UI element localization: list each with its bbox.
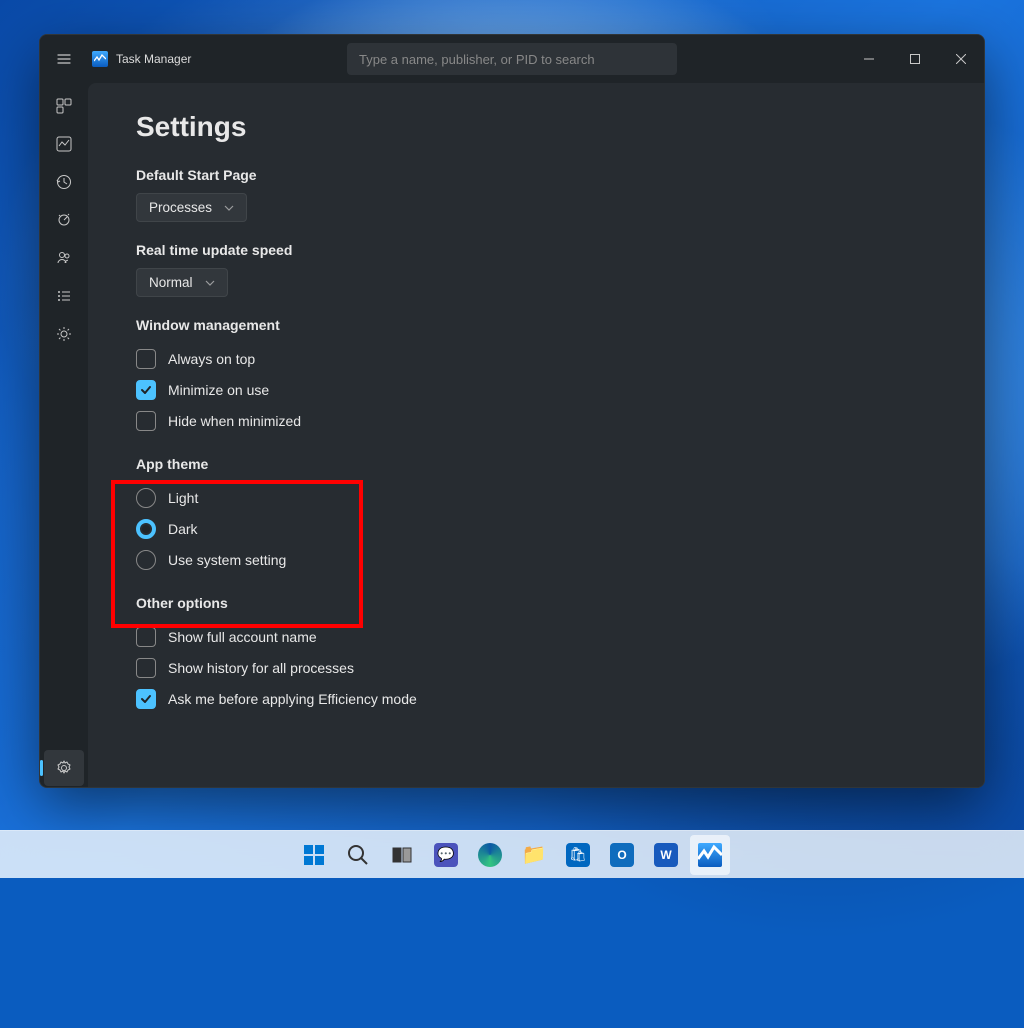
taskbar-app-task-manager[interactable]	[690, 835, 730, 875]
task-manager-window: Task Manager	[39, 34, 985, 788]
window-body: Settings Default Start Page Processes Re…	[40, 83, 984, 787]
processes-icon	[56, 98, 72, 114]
checkbox-label: Show history for all processes	[168, 660, 354, 676]
checkbox-always-on-top[interactable]: Always on top	[136, 343, 936, 374]
history-icon	[56, 174, 72, 190]
window-controls	[846, 35, 984, 83]
checkbox-label: Show full account name	[168, 629, 317, 645]
update-speed-dropdown[interactable]: Normal	[136, 268, 228, 297]
checkbox-efficiency-mode[interactable]: Ask me before applying Efficiency mode	[136, 683, 936, 714]
taskbar: 💬 📁 🛍 O W	[0, 830, 1024, 878]
details-icon	[56, 288, 72, 304]
radio-label: Light	[168, 490, 198, 506]
hamburger-button[interactable]	[40, 35, 88, 83]
app-title: Task Manager	[116, 52, 191, 66]
task-manager-icon	[92, 51, 108, 67]
checkbox-box	[136, 380, 156, 400]
settings-content: Settings Default Start Page Processes Re…	[88, 83, 984, 787]
search-button[interactable]	[338, 835, 378, 875]
search-box[interactable]	[347, 43, 677, 75]
checkbox-label: Hide when minimized	[168, 413, 301, 429]
sidebar-item-processes[interactable]	[44, 88, 84, 124]
minimize-icon	[864, 54, 874, 64]
radio-theme-dark[interactable]: Dark	[136, 513, 936, 544]
titlebar: Task Manager	[40, 35, 984, 83]
taskbar-app-store[interactable]: 🛍	[558, 835, 598, 875]
taskbar-app-explorer[interactable]: 📁	[514, 835, 554, 875]
minimize-button[interactable]	[846, 35, 892, 83]
taskbar-app-chat[interactable]: 💬	[426, 835, 466, 875]
app-theme-label: App theme	[136, 456, 936, 472]
menu-icon	[56, 51, 72, 67]
checkbox-full-account-name[interactable]: Show full account name	[136, 621, 936, 652]
checkbox-label: Minimize on use	[168, 382, 269, 398]
radio-button	[136, 519, 156, 539]
outlook-icon: O	[610, 843, 634, 867]
checkbox-box	[136, 349, 156, 369]
close-icon	[956, 54, 966, 64]
chevron-down-icon	[224, 203, 234, 213]
windows-icon	[302, 843, 326, 867]
maximize-button[interactable]	[892, 35, 938, 83]
services-icon	[56, 326, 72, 342]
checkbox-show-history[interactable]: Show history for all processes	[136, 652, 936, 683]
folder-icon: 📁	[522, 843, 546, 867]
close-button[interactable]	[938, 35, 984, 83]
page-title: Settings	[136, 111, 936, 143]
radio-label: Dark	[168, 521, 198, 537]
gear-icon	[56, 760, 72, 776]
chat-icon: 💬	[434, 843, 458, 867]
app-identity: Task Manager	[88, 51, 191, 67]
sidebar-item-startup[interactable]	[44, 202, 84, 238]
radio-button	[136, 488, 156, 508]
sidebar-item-settings[interactable]	[44, 750, 84, 786]
sidebar-item-details[interactable]	[44, 278, 84, 314]
radio-label: Use system setting	[168, 552, 286, 568]
search-icon	[346, 843, 370, 867]
task-view-icon	[390, 843, 414, 867]
start-page-value: Processes	[149, 200, 212, 215]
start-page-dropdown[interactable]: Processes	[136, 193, 247, 222]
radio-theme-light[interactable]: Light	[136, 482, 936, 513]
store-icon: 🛍	[566, 843, 590, 867]
checkbox-minimize-on-use[interactable]: Minimize on use	[136, 374, 936, 405]
checkbox-box	[136, 627, 156, 647]
sidebar	[40, 83, 88, 787]
radio-theme-system[interactable]: Use system setting	[136, 544, 936, 575]
other-options-label: Other options	[136, 595, 936, 611]
word-icon: W	[654, 843, 678, 867]
start-page-label: Default Start Page	[136, 167, 936, 183]
performance-icon	[56, 136, 72, 152]
checkbox-label: Always on top	[168, 351, 255, 367]
checkbox-box	[136, 689, 156, 709]
update-speed-label: Real time update speed	[136, 242, 936, 258]
checkbox-hide-when-minimized[interactable]: Hide when minimized	[136, 405, 936, 436]
checkbox-label: Ask me before applying Efficiency mode	[168, 691, 417, 707]
search-input[interactable]	[359, 52, 665, 67]
edge-icon	[478, 843, 502, 867]
chevron-down-icon	[205, 278, 215, 288]
sidebar-item-history[interactable]	[44, 164, 84, 200]
radio-button	[136, 550, 156, 570]
taskbar-app-outlook[interactable]: O	[602, 835, 642, 875]
task-manager-icon	[698, 843, 722, 867]
maximize-icon	[910, 54, 920, 64]
checkbox-box	[136, 411, 156, 431]
checkbox-box	[136, 658, 156, 678]
sidebar-item-performance[interactable]	[44, 126, 84, 162]
start-button[interactable]	[294, 835, 334, 875]
update-speed-value: Normal	[149, 275, 193, 290]
startup-icon	[56, 212, 72, 228]
taskbar-app-word[interactable]: W	[646, 835, 686, 875]
sidebar-item-users[interactable]	[44, 240, 84, 276]
users-icon	[56, 250, 72, 266]
window-management-label: Window management	[136, 317, 936, 333]
sidebar-item-services[interactable]	[44, 316, 84, 352]
taskbar-app-edge[interactable]	[470, 835, 510, 875]
task-view-button[interactable]	[382, 835, 422, 875]
